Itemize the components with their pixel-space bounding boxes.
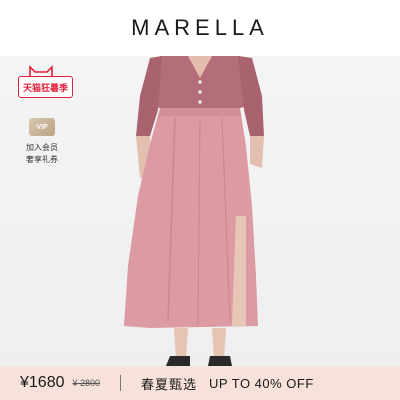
left-leg <box>174 328 188 358</box>
right-shoe <box>208 356 232 366</box>
left-shoe <box>166 356 190 366</box>
price-promo-bar[interactable]: ¥1680 ¥ 2800 春夏甄选 UP TO 40% OFF <box>0 366 400 400</box>
bar-divider <box>120 375 122 391</box>
vip-card-icon: VIP <box>29 118 55 136</box>
membership-line-1: 加入会员 <box>26 143 58 152</box>
button-3 <box>198 100 202 104</box>
promo-title: 春夏甄选 <box>141 376 198 392</box>
model-illustration <box>124 56 264 366</box>
promo-offer: UP TO 40% OFF <box>209 375 314 391</box>
right-leg <box>212 328 226 358</box>
product-photo[interactable] <box>0 56 400 366</box>
original-price: ¥ 2800 <box>72 378 101 388</box>
skirt-waistband <box>159 108 241 116</box>
button-2 <box>198 90 202 94</box>
membership-entry[interactable]: VIP 加入会员 奢享礼券 <box>20 118 64 166</box>
button-1 <box>198 80 202 84</box>
vip-card-text: VIP <box>36 123 48 131</box>
tmall-badge-text: 天猫狂暑季 <box>23 82 69 93</box>
membership-line-2: 奢享礼券 <box>26 155 58 164</box>
tmall-promo-badge[interactable]: 天猫狂暑季 <box>18 76 74 98</box>
right-forearm <box>250 136 264 168</box>
current-price: ¥1680 <box>20 374 65 391</box>
brand-logo: MARELLA <box>0 0 400 56</box>
